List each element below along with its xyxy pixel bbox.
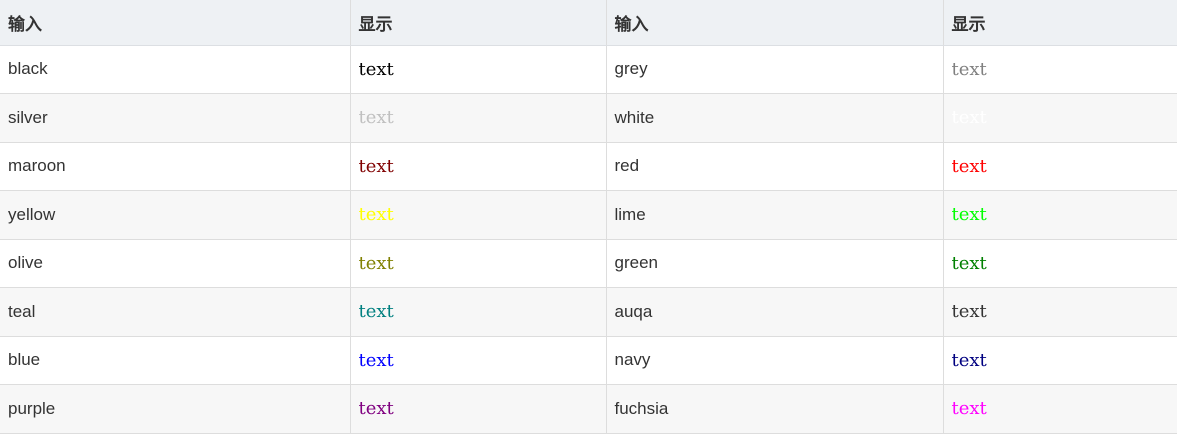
- color-sample-cell: text: [350, 45, 607, 94]
- color-name-cell: silver: [0, 93, 351, 143]
- color-name-cell: yellow: [0, 190, 351, 240]
- color-name-cell: red: [606, 142, 944, 191]
- table-row: black text grey text: [0, 45, 1177, 94]
- color-name-cell: teal: [0, 287, 351, 337]
- table-row: blue text navy text: [0, 336, 1177, 385]
- table-row: teal text auqa text: [0, 287, 1177, 337]
- table-row: maroon text red text: [0, 142, 1177, 191]
- color-name-cell: purple: [0, 384, 351, 434]
- color-name-cell: fuchsia: [606, 384, 944, 434]
- color-sample-cell: text: [943, 190, 1177, 240]
- table-row: yellow text lime text: [0, 190, 1177, 240]
- color-name-cell: blue: [0, 336, 351, 385]
- color-sample-cell: text: [943, 239, 1177, 288]
- color-name-cell: olive: [0, 239, 351, 288]
- color-table: 输入 显示 输入 显示 black text grey text silver …: [0, 0, 1177, 434]
- header-display-left: 显示: [350, 0, 607, 46]
- header-display-right: 显示: [943, 0, 1177, 46]
- table-row: purple text fuchsia text: [0, 384, 1177, 434]
- color-name-cell: grey: [606, 45, 944, 94]
- color-sample-cell: text: [350, 384, 607, 434]
- table-row: olive text green text: [0, 239, 1177, 288]
- table-row: silver text white text: [0, 93, 1177, 143]
- color-sample-cell: text: [943, 142, 1177, 191]
- color-sample-cell: text: [350, 239, 607, 288]
- header-input-right: 输入: [606, 0, 944, 46]
- color-sample-cell: text: [350, 93, 607, 143]
- color-sample-cell: text: [943, 384, 1177, 434]
- color-sample-cell: text: [350, 336, 607, 385]
- color-name-cell: green: [606, 239, 944, 288]
- color-sample-cell: text: [350, 142, 607, 191]
- header-input-left: 输入: [0, 0, 351, 46]
- color-name-cell: maroon: [0, 142, 351, 191]
- color-sample-cell: text: [943, 93, 1177, 143]
- color-sample-cell: text: [350, 287, 607, 337]
- color-name-cell: navy: [606, 336, 944, 385]
- color-name-cell: white: [606, 93, 944, 143]
- color-sample-cell: text: [943, 287, 1177, 337]
- color-sample-cell: text: [943, 336, 1177, 385]
- color-name-cell: auqa: [606, 287, 944, 337]
- table-header-row: 输入 显示 输入 显示: [0, 0, 1177, 46]
- color-name-cell: black: [0, 45, 351, 94]
- color-name-cell: lime: [606, 190, 944, 240]
- color-sample-cell: text: [943, 45, 1177, 94]
- color-sample-cell: text: [350, 190, 607, 240]
